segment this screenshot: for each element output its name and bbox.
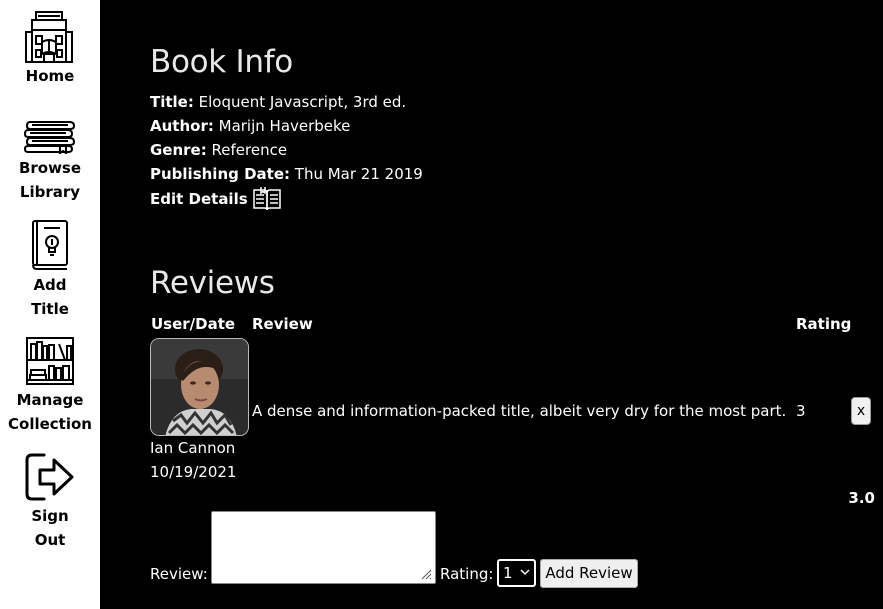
bookshelf-icon [26, 337, 74, 385]
sidebar-nav: Home Browse Library Add Title Manage Col… [0, 0, 100, 609]
open-book-icon[interactable] [252, 186, 282, 212]
library-building-icon [25, 11, 73, 63]
add-review-button[interactable]: Add Review [540, 559, 638, 588]
review-rating: 3 [796, 402, 806, 420]
sidebar-item-label: Add Title [31, 276, 69, 318]
sidebar-item-browse-library[interactable]: Browse Library [0, 118, 100, 204]
sidebar-item-sign-out[interactable]: Sign Out [0, 452, 100, 552]
average-rating: 3.0 [848, 489, 875, 507]
book-genre-value: Reference [211, 141, 288, 159]
book-title-value: Eloquent Javascript, 3rd ed. [198, 93, 407, 111]
book-date-value: Thu Mar 21 2019 [294, 165, 423, 183]
column-header-user-date: User/Date [151, 315, 236, 333]
book-lightbulb-icon [32, 220, 68, 270]
avatar [150, 338, 249, 436]
resize-grip-icon[interactable] [420, 568, 432, 580]
sidebar-item-label: Home [25, 67, 75, 85]
sidebar-item-label: Manage Collection [8, 391, 92, 433]
book-date-line: Publishing Date: Thu Mar 21 2019 [150, 162, 423, 186]
reviews-heading: Reviews [150, 265, 275, 301]
review-date: 10/19/2021 [150, 463, 237, 481]
rating-select-value: 1 [503, 564, 513, 582]
sign-out-icon [25, 453, 74, 501]
sidebar-item-label: Browse Library [18, 159, 82, 201]
delete-review-button[interactable]: x [851, 397, 871, 425]
column-header-rating: Rating [796, 315, 852, 333]
book-title-label: Title: [150, 93, 194, 111]
sidebar-item-home[interactable]: Home [0, 10, 100, 88]
review-input[interactable] [211, 511, 436, 584]
book-author-label: Author: [150, 117, 214, 135]
book-title-line: Title: Eloquent Javascript, 3rd ed. [150, 90, 406, 114]
book-author-line: Author: Marijn Haverbeke [150, 114, 350, 138]
review-text: A dense and information-packed title, al… [252, 402, 787, 420]
edit-details-label: Edit Details [150, 190, 248, 208]
book-stack-icon [24, 121, 76, 154]
book-genre-line: Genre: Reference [150, 138, 287, 162]
book-genre-label: Genre: [150, 141, 207, 159]
book-info-heading: Book Info [150, 44, 293, 80]
chevron-down-icon [520, 569, 530, 576]
column-header-review: Review [252, 315, 313, 333]
sidebar-item-add-title[interactable]: Add Title [0, 219, 100, 321]
edit-details-link[interactable]: Edit Details [150, 186, 282, 212]
book-date-label: Publishing Date: [150, 165, 290, 183]
rating-field-label: Rating: [440, 565, 494, 583]
review-user-name: Ian Cannon [150, 439, 236, 457]
main-content: Book Info Title: Eloquent Javascript, 3r… [150, 0, 883, 609]
sidebar-item-label: Sign Out [31, 507, 69, 549]
sidebar-item-manage-collection[interactable]: Manage Collection [0, 336, 100, 436]
review-field-label: Review: [150, 565, 208, 583]
book-author-value: Marijn Haverbeke [218, 117, 351, 135]
rating-select[interactable]: 1 [497, 559, 536, 587]
